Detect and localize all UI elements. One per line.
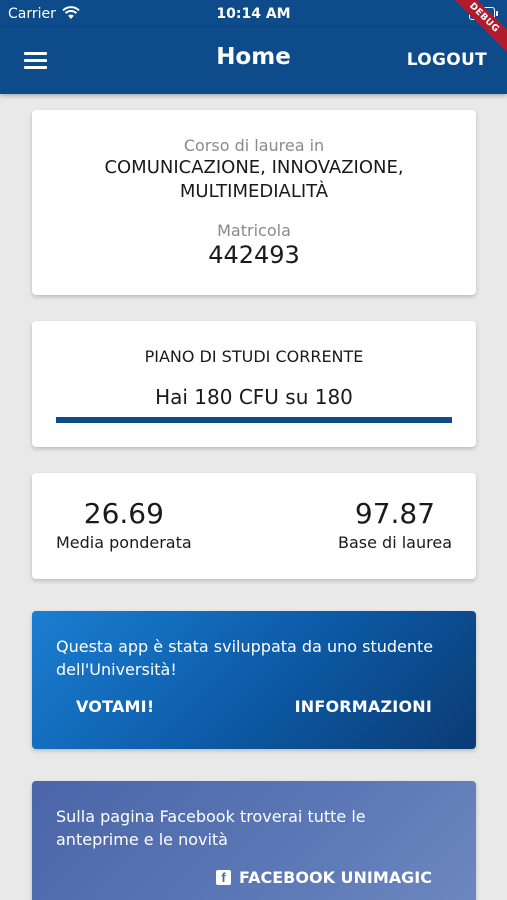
- vote-button[interactable]: VOTAMI!: [76, 697, 154, 716]
- weighted-average-label: Media ponderata: [56, 533, 192, 552]
- facebook-icon: f: [216, 870, 232, 885]
- graduation-base-stat: 97.87 Base di laurea: [338, 497, 452, 552]
- facebook-button-label: FACEBOOK UNIMAGIC: [239, 868, 432, 887]
- promo-card: Questa app è stata sviluppata da uno stu…: [32, 611, 476, 749]
- facebook-button[interactable]: f FACEBOOK UNIMAGIC: [216, 868, 432, 887]
- graduation-base-value: 97.87: [354, 497, 436, 530]
- grades-card[interactable]: 26.69 Media ponderata 97.87 Base di laur…: [32, 473, 476, 579]
- status-time: 10:14 AM: [216, 6, 291, 22]
- matricola-label: Matricola: [217, 221, 291, 240]
- info-button[interactable]: INFORMAZIONI: [295, 697, 432, 716]
- weighted-average-value: 26.69: [83, 497, 164, 530]
- facebook-card: Sulla pagina Facebook troverai tutte le …: [32, 781, 476, 900]
- facebook-text: Sulla pagina Facebook troverai tutte le …: [56, 807, 366, 849]
- course-card: Corso di laurea in COMUNICAZIONE, INNOVA…: [32, 110, 476, 295]
- graduation-base-label: Base di laurea: [338, 533, 452, 552]
- menu-icon[interactable]: [24, 52, 47, 69]
- course-name: COMUNICAZIONE, INNOVAZIONE, MULTIMEDIALI…: [104, 157, 404, 202]
- promo-text: Questa app è stata sviluppata da uno stu…: [56, 637, 434, 679]
- course-label: Corso di laurea in: [183, 136, 325, 155]
- cfu-progress-bar: [56, 417, 452, 423]
- cfu-progress-fill: [56, 417, 452, 423]
- study-plan-card[interactable]: PIANO DI STUDI CORRENTE Hai 180 CFU su 1…: [32, 321, 476, 447]
- matricola-value: 442493: [208, 241, 300, 269]
- study-plan-title: PIANO DI STUDI CORRENTE: [144, 347, 364, 366]
- cfu-progress-text: Hai 180 CFU su 180: [155, 385, 353, 409]
- weighted-average-stat: 26.69 Media ponderata: [56, 497, 192, 552]
- logout-button[interactable]: LOGOUT: [407, 50, 487, 70]
- app-bar: Home LOGOUT: [0, 28, 507, 94]
- status-bar: Carrier 10:14 AM: [0, 0, 507, 28]
